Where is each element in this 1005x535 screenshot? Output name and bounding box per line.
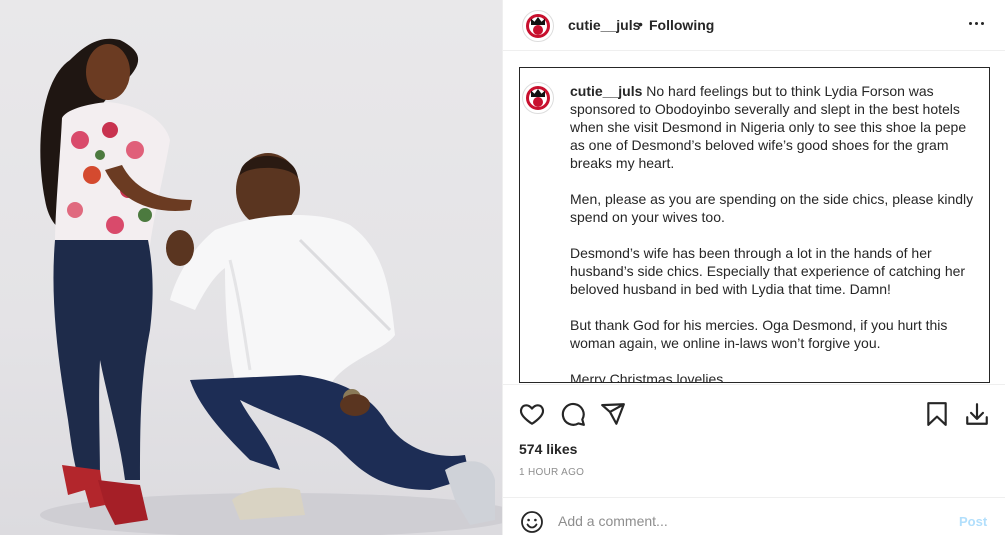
post-photo[interactable] — [0, 0, 502, 535]
likes-count[interactable]: 574 likes — [519, 441, 577, 457]
caption-paragraph-2: Men, please as you are spending on the s… — [570, 191, 974, 225]
username-link[interactable]: cutie__juls — [568, 17, 640, 33]
caption-scroll-area[interactable]: cutie__juls No hard feelings but to thin… — [519, 67, 990, 383]
caption-paragraph: cutie__juls No hard feelings but to thin… — [570, 82, 982, 172]
caption-avatar[interactable] — [522, 82, 554, 114]
download-icon[interactable] — [964, 401, 990, 427]
separator-dot: • — [638, 16, 643, 32]
post-header: cutie__juls • Following — [503, 0, 1005, 51]
comment-icon[interactable] — [560, 401, 586, 427]
emoji-icon[interactable] — [520, 510, 544, 534]
send-icon[interactable] — [600, 401, 626, 427]
post-comment-button[interactable]: Post — [959, 514, 987, 529]
comment-input[interactable] — [558, 509, 938, 533]
caption-paragraph-4: But thank God for his mercies. Oga Desmo… — [570, 317, 948, 351]
post-timestamp[interactable]: 1 HOUR AGO — [519, 467, 584, 478]
post-detail-panel: cutie__juls • Following cutie__juls No h… — [502, 0, 1005, 535]
post-image — [40, 38, 502, 535]
heart-icon[interactable] — [519, 401, 545, 427]
comment-bar: Post — [503, 497, 1005, 535]
action-bar — [503, 384, 1005, 440]
caption-paragraph-3: Desmond’s wife has been through a lot in… — [570, 245, 966, 297]
caption-username[interactable]: cutie__juls — [570, 83, 642, 99]
caption-paragraph-5: Merry Christmas lovelies — [570, 371, 724, 383]
following-button[interactable]: Following — [649, 17, 714, 33]
bookmark-icon[interactable] — [924, 401, 950, 427]
caption-text: cutie__juls No hard feelings but to thin… — [570, 82, 982, 383]
user-avatar[interactable] — [522, 10, 554, 42]
more-options-icon[interactable] — [965, 12, 987, 34]
